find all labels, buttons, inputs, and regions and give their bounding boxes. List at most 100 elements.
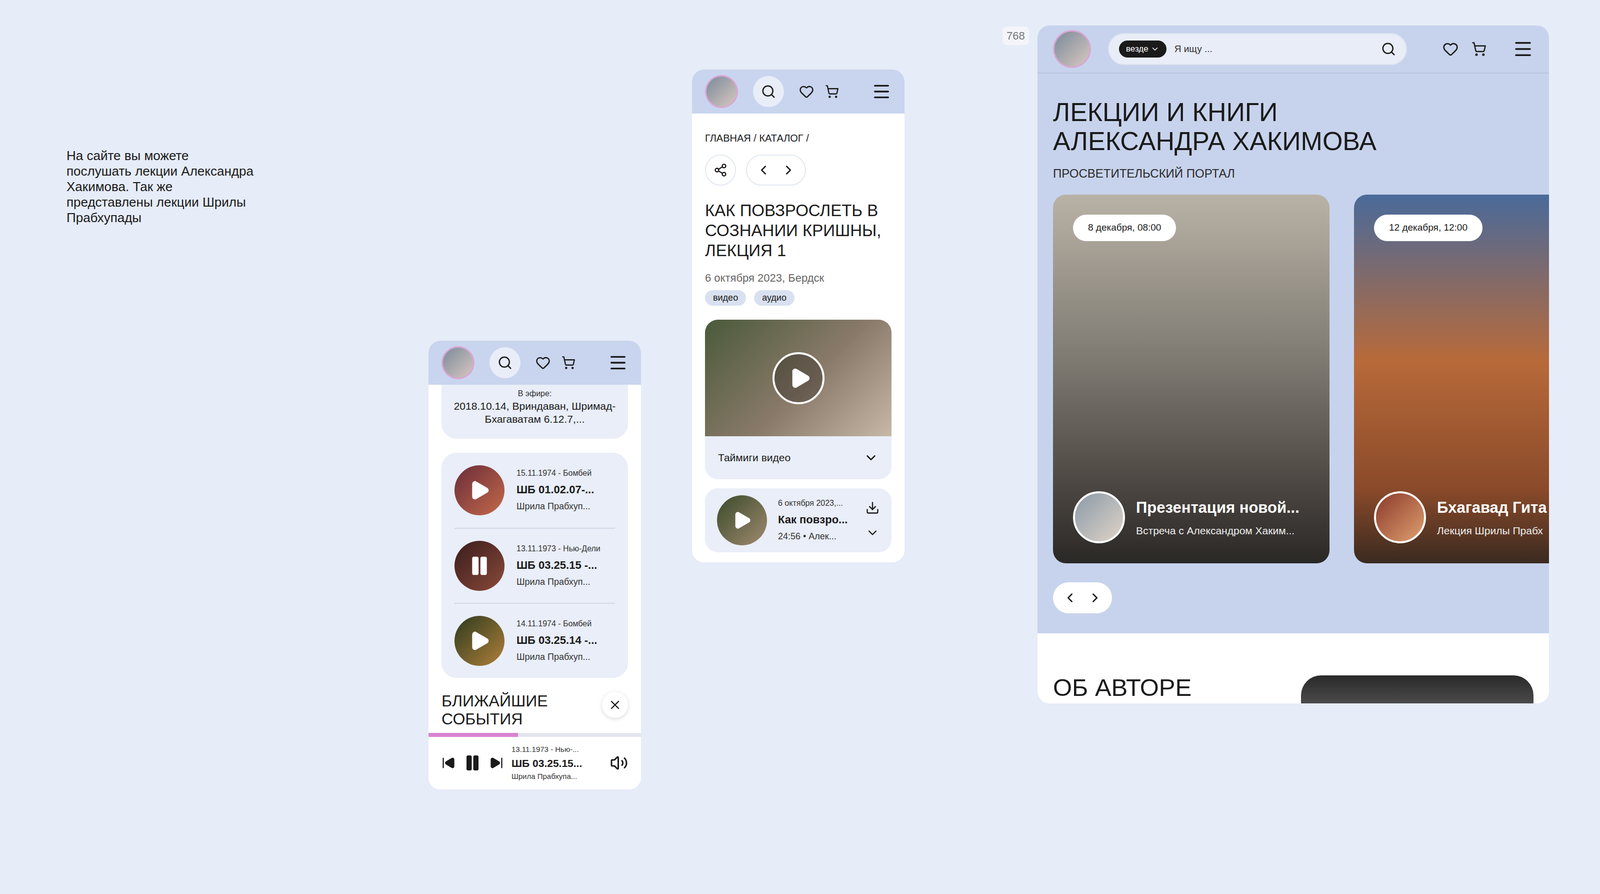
tag[interactable]: аудио <box>754 290 795 306</box>
track-row[interactable]: 15.11.1974 - Бомбей ШБ 01.02.07-...Шрила … <box>454 452 615 528</box>
track-row[interactable]: 14.11.1974 - БомбейШБ 03.25.14 -...Шрила… <box>454 602 615 678</box>
lecture-phone: ГЛАВНАЯ / КАТАЛОГ / КАК ПОВЗРОСЛЕТЬ В СОЗ… <box>692 69 905 562</box>
avatar[interactable] <box>1053 30 1091 68</box>
pause-icon[interactable] <box>463 753 482 772</box>
progress-fill <box>428 732 518 737</box>
bottom-player: 13.11.1973 - Нью-...ШБ 03.25.15...Шрила … <box>428 732 641 789</box>
on-air-label: В эфире: <box>518 387 552 400</box>
search-button[interactable] <box>489 347 521 378</box>
hero-subtitle: ПРОСВЕТИТЕЛЬСКИЙ ПОРТАЛ <box>1053 164 1549 183</box>
search-field[interactable]: везде Я ищу ... <box>1108 33 1407 65</box>
event-card[interactable]: 8 декабря, 08:00 Презентация новой... Встр… <box>1053 194 1330 563</box>
chevron-left-icon[interactable] <box>756 162 771 178</box>
menu-icon[interactable] <box>1512 38 1534 60</box>
event-card[interactable]: 12 декабря, 12:00Бхагавад ГитаЛекция Шри… <box>1354 194 1549 563</box>
hero-title: ЛЕКЦИИ И КНИГИ АЛЕКСАНДРА ХАКИМОВА <box>1053 97 1413 156</box>
tag[interactable]: видео <box>705 290 746 306</box>
search-icon <box>761 84 776 99</box>
play-icon[interactable] <box>468 479 491 501</box>
play-icon[interactable] <box>468 629 491 652</box>
menu-icon[interactable] <box>608 352 628 373</box>
play-icon <box>788 366 812 390</box>
track-author: Шрила Прабхуп... <box>516 499 594 513</box>
track-meta: 14.11.1974 - Бомбей <box>516 617 597 630</box>
event-date: 12 декабря, 12:00 <box>1374 214 1483 241</box>
heart-icon[interactable] <box>535 355 551 370</box>
about-title: ОБ АВТОРЕ <box>1053 673 1192 703</box>
heart-icon[interactable] <box>799 84 814 99</box>
next-icon[interactable] <box>489 755 504 770</box>
event-subtitle: Встреча с Александром Хаким... <box>1136 522 1300 539</box>
carousel-pager <box>1053 582 1112 613</box>
volume-icon[interactable] <box>610 753 628 772</box>
track-meta: 15.11.1974 - Бомбей <box>516 467 594 479</box>
search-icon[interactable] <box>1381 41 1396 57</box>
event-title: Бхагавад Гита <box>1437 496 1547 520</box>
chevron-right-icon[interactable] <box>1087 590 1103 605</box>
carousel: 8 декабря, 08:00 Презентация новой... Встр… <box>1053 194 1549 563</box>
download-icon[interactable] <box>865 500 880 515</box>
item-meta: 6 октября 2023,... <box>778 497 855 509</box>
lecture-title: КАК ПОВЗРОСЛЕТЬ В СОЗНАНИИ КРИШНЫ, ЛЕКЦИ… <box>705 200 892 261</box>
player-phone: В эфире:2018.10.14, Вриндаван, Шримад-Бх… <box>428 340 641 789</box>
lecture-date: 6 октября 2023, Бердск <box>705 269 892 286</box>
player-meta: 13.11.1973 - Нью-... <box>511 743 602 755</box>
track-author: Шрила Прабхуп... <box>516 575 601 589</box>
header: везде Я ищу ... <box>1037 25 1549 74</box>
note: На сайте вы можете послушать лекции Алек… <box>66 148 254 226</box>
share-icon <box>713 163 728 177</box>
track-title: ШБ 01.02.07-... <box>516 481 594 498</box>
menu-icon[interactable] <box>871 81 892 102</box>
search-icon <box>497 355 513 370</box>
player-title: ШБ 03.25.15... <box>511 755 602 771</box>
search-button[interactable] <box>753 76 784 107</box>
breadcrumb[interactable]: ГЛАВНАЯ / КАТАЛОГ / <box>705 130 892 146</box>
avatar[interactable] <box>705 75 738 108</box>
cart-icon[interactable] <box>1471 41 1487 57</box>
chevron-down-icon <box>1150 44 1160 54</box>
close-icon <box>608 697 622 712</box>
search-scope[interactable]: везде <box>1119 40 1167 58</box>
track-title: ШБ 03.25.14 -... <box>516 631 597 648</box>
track-row[interactable]: 13.11.1973 - Нью-ДелиШБ 03.25.15 -... Шри… <box>454 527 615 603</box>
play-icon[interactable] <box>732 510 752 530</box>
close-button[interactable] <box>602 691 628 718</box>
search-placeholder: Я ищу ... <box>1174 42 1373 57</box>
item-title: Как повзро... <box>778 511 855 528</box>
speaker-avatar <box>1073 491 1125 543</box>
item-info: 24:56 • Алек... <box>778 529 855 543</box>
speaker-avatar <box>1374 491 1426 543</box>
chevron-right-icon[interactable] <box>781 162 796 178</box>
track-meta: 13.11.1973 - Нью-Дели <box>516 542 601 555</box>
section-title: БЛИЖАЙШИЕ СОБЫТИЯ <box>441 691 594 728</box>
hero: ЛЕКЦИИ И КНИГИ АЛЕКСАНДРА ХАКИМОВА ПРОСВЕ… <box>1037 73 1549 633</box>
video-frame[interactable] <box>705 319 892 436</box>
player-author: Шрила Прабхупа... <box>511 770 602 782</box>
avatar[interactable] <box>441 346 475 379</box>
about-section: ОБ АВТОРЕ <box>1037 633 1549 703</box>
heart-icon[interactable] <box>1442 41 1459 57</box>
timecodes-toggle[interactable]: Таймиги видео <box>705 436 892 479</box>
track-title: ШБ 03.25.15 -... <box>516 556 601 573</box>
progress-bar[interactable] <box>428 732 641 737</box>
chevron-down-icon <box>863 450 879 465</box>
on-air-card[interactable]: В эфире:2018.10.14, Вриндаван, Шримад-Бх… <box>441 384 628 439</box>
event-title: Презентация новой... <box>1136 496 1300 520</box>
lecture-item[interactable]: 6 октября 2023,... Как повзро...24:56 • А… <box>705 488 892 552</box>
event-date: 8 декабря, 08:00 <box>1073 214 1176 241</box>
pause-icon[interactable] <box>468 554 491 577</box>
canvas: На сайте вы можете послушать лекции Алек… <box>0 0 1600 894</box>
track-list: 15.11.1974 - БомбейШБ 01.02.07-...Шрила … <box>441 452 628 678</box>
chevron-left-icon[interactable] <box>1062 590 1078 605</box>
previous-icon[interactable] <box>441 755 456 770</box>
on-air-title: 2018.10.14, Вриндаван, Шримад-Бхагаватам… <box>449 399 620 426</box>
cart-icon[interactable] <box>825 84 839 99</box>
pager <box>746 154 806 186</box>
author-photo <box>1301 675 1534 703</box>
header <box>428 340 641 385</box>
video-card: Таймиги видео <box>705 319 892 479</box>
breakpoint-label: 768 <box>1002 26 1029 45</box>
share-button[interactable] <box>705 154 736 186</box>
chevron-down-icon[interactable] <box>865 525 880 540</box>
cart-icon[interactable] <box>561 355 576 370</box>
